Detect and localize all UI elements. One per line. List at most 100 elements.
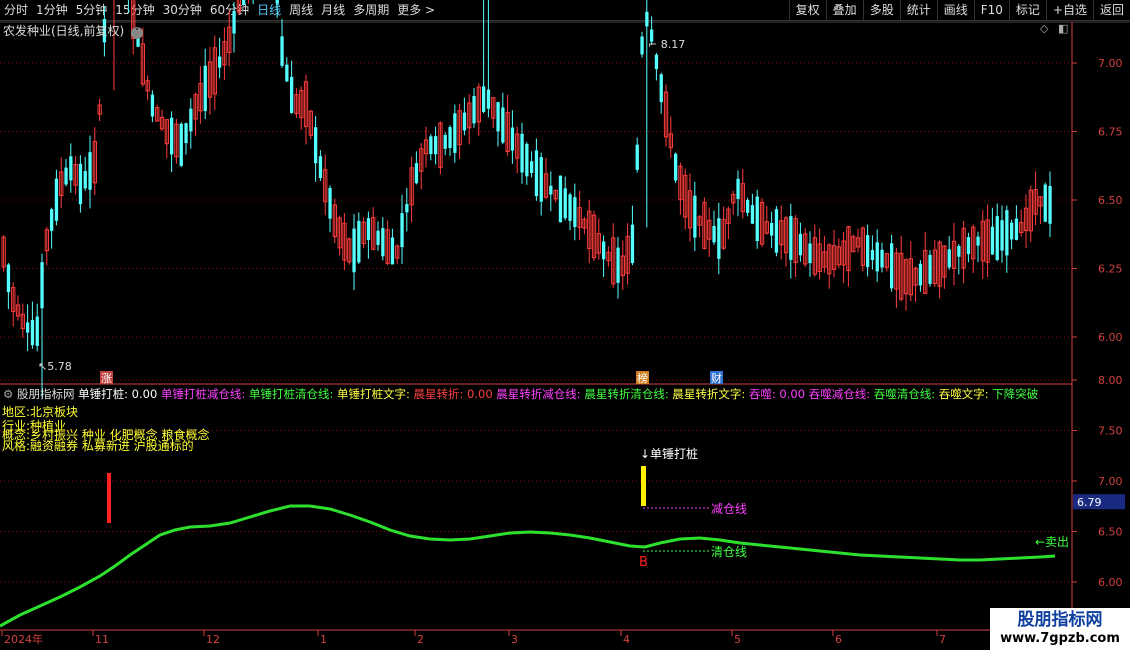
price-label-4: 7.00 xyxy=(1098,57,1123,70)
candle-body xyxy=(366,218,371,240)
candle-body xyxy=(390,237,395,265)
gear-icon[interactable]: ⚙ xyxy=(3,387,13,401)
candle-body xyxy=(510,127,515,151)
ind-price-label-0: 8.00 xyxy=(1098,374,1123,387)
candle-body xyxy=(203,65,207,112)
diamond-icon[interactable]: ◇ xyxy=(1040,22,1048,35)
ind-price-label-3: 6.50 xyxy=(1098,526,1123,539)
indicator-field-0: 单锤打桩: 0.00 xyxy=(78,387,158,401)
candle-body xyxy=(405,204,409,213)
chevron-down-icon[interactable]: ˅ xyxy=(131,27,144,39)
candle-body xyxy=(736,178,740,199)
time-label-6: 4 xyxy=(623,633,630,646)
indicator-name[interactable]: 股朋指标网 xyxy=(17,387,75,401)
candle-body xyxy=(414,163,419,184)
indicator-field-2: 单锤打桩清仓线: xyxy=(245,387,334,401)
candle-body xyxy=(83,171,87,189)
candle-body xyxy=(602,241,606,260)
candle-body xyxy=(290,76,294,114)
candle-body xyxy=(6,264,11,293)
candle-body xyxy=(717,218,721,259)
candle-body xyxy=(501,107,505,143)
candle-body xyxy=(755,196,759,242)
time-label-5: 3 xyxy=(511,633,518,646)
ind-price-label-1: 7.50 xyxy=(1098,425,1123,438)
candle-body xyxy=(218,56,222,68)
candle-body xyxy=(808,243,812,264)
candle-body xyxy=(54,178,59,221)
candle-body xyxy=(789,215,793,260)
candle-body xyxy=(400,213,404,248)
candle-body xyxy=(482,86,486,112)
candle-body xyxy=(318,156,323,178)
indicator-field-3: 单锤打桩文字: xyxy=(333,387,410,401)
candle-body xyxy=(280,36,284,66)
candle-body xyxy=(616,247,620,283)
indicator-field-4: 晨星转折: 0.00 xyxy=(409,387,493,401)
chart-title: 农发种业(日线,前复权) ˅ xyxy=(3,22,144,39)
candle-body xyxy=(712,225,716,243)
candle-body xyxy=(890,243,894,289)
candle-body xyxy=(1000,220,1004,251)
indicator-field-6: 晨星转折清仓线: xyxy=(580,387,669,401)
buy-label: B xyxy=(639,555,648,570)
candle-body xyxy=(746,199,750,213)
candle-body xyxy=(314,127,318,164)
candle-body xyxy=(798,233,803,256)
candle-body xyxy=(866,235,870,268)
stock-title[interactable]: 农发种业(日线,前复权) xyxy=(3,24,124,38)
candle-body xyxy=(534,150,539,197)
candles xyxy=(1,0,1052,398)
current-value-label: 6.79 xyxy=(1077,496,1102,509)
candle-body xyxy=(496,102,500,132)
candle-body xyxy=(170,117,174,155)
candle-body xyxy=(1010,222,1014,240)
candle-body xyxy=(88,152,92,190)
watermark-url: www.7gpzb.com xyxy=(1000,631,1120,646)
candle-body xyxy=(573,197,577,227)
candle-body xyxy=(376,230,380,245)
indicator-field-5: 晨星转折减仓线: xyxy=(492,387,581,401)
info-region: 地区:北京板块 xyxy=(2,405,79,419)
candle-body xyxy=(232,11,236,34)
candle-body xyxy=(472,96,476,124)
candle-body xyxy=(549,185,553,195)
candle-body xyxy=(50,209,54,231)
candle-body xyxy=(179,123,183,166)
time-label-0: 2024年 xyxy=(4,632,43,646)
ind-price-label-4: 6.00 xyxy=(1098,576,1123,589)
price-label-6: 6.50 xyxy=(1098,194,1123,207)
candle-body xyxy=(462,112,467,131)
marker-label-1: 榜 xyxy=(637,371,648,385)
candle-body xyxy=(918,263,923,286)
indicator-field-1: 单锤打桩减仓线: xyxy=(157,387,246,401)
candle-body xyxy=(30,319,35,346)
settings-icon[interactable]: ◧ xyxy=(1058,22,1068,35)
candle-body xyxy=(448,127,452,148)
indicator-field-7: 晨星转折文字: xyxy=(668,387,746,401)
candle-body xyxy=(78,163,83,205)
candle-body xyxy=(520,133,524,173)
watermark: 股朋指标网 www.7gpzb.com xyxy=(990,608,1130,650)
candle-body xyxy=(1043,184,1047,222)
candle-body xyxy=(875,242,879,272)
stock-chart[interactable]: 8.007.757.507.257.006.756.506.256.008.00… xyxy=(0,0,1130,650)
candle-body xyxy=(429,136,433,155)
candle-body xyxy=(957,245,961,257)
indicator-field-11: 吞噬文字: xyxy=(935,387,989,401)
candle-body xyxy=(486,89,491,109)
candle-body xyxy=(434,136,438,155)
candle-body xyxy=(539,157,543,202)
candle-body xyxy=(328,187,332,219)
candle-body xyxy=(880,249,884,268)
time-label-1: 11 xyxy=(95,633,109,646)
candle-body xyxy=(1014,218,1019,240)
signal-bar-yellow xyxy=(641,466,646,506)
candle-body xyxy=(530,161,534,173)
candle-body xyxy=(568,194,572,221)
candle-body xyxy=(630,224,635,264)
candle-body xyxy=(995,216,999,260)
ind-price-label-2: 7.00 xyxy=(1098,475,1123,488)
candle-body xyxy=(357,220,361,263)
indicator-header: ⚙ 股朋指标网 单锤打桩: 0.00 单锤打桩减仓线: 单锤打桩清仓线: 单锤打… xyxy=(3,386,1073,402)
